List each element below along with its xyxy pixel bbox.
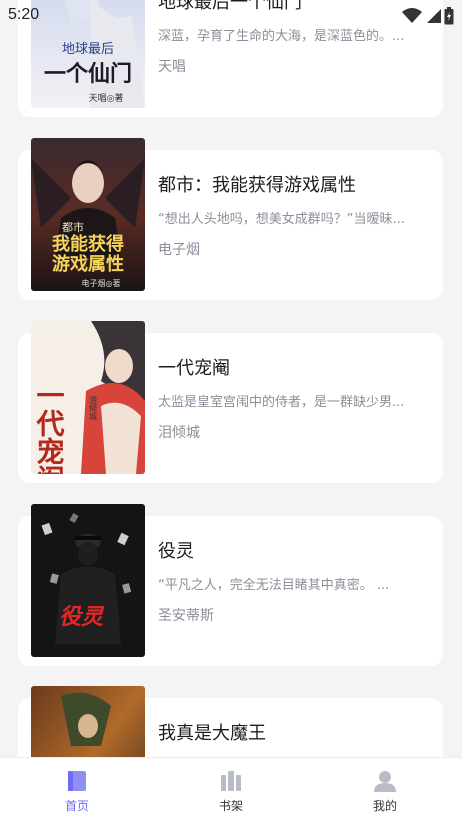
book-author: 天唱: [158, 59, 186, 75]
book-title: 役灵: [158, 541, 194, 562]
status-time: 5:20: [8, 6, 40, 23]
cover-author: 泪倾城: [89, 396, 98, 421]
cover-series: 都市: [62, 220, 84, 234]
book-title: 都市：我能获得游戏属性: [158, 175, 356, 196]
book-icon: [65, 769, 89, 793]
book-card[interactable]: 都市 我能获得 游戏属性 电子烟◎著 都市：我能获得游戏属性 “想出人头地吗，想…: [18, 138, 443, 300]
book-author: 电子烟: [158, 242, 200, 258]
nav-bookshelf-label: 书架: [218, 799, 243, 813]
book-card[interactable]: 一代宠阉 泪倾城 一代宠阉 太监是皇室宫闱中的侍者，是一群缺少男... 泪倾城: [18, 321, 443, 483]
cover-author: 电子烟◎著: [82, 278, 121, 288]
status-bar: 5:20: [0, 0, 462, 32]
nav-bookshelf[interactable]: 书架: [154, 758, 308, 823]
person-icon: [373, 769, 397, 793]
book-title: 我真是大魔王: [158, 723, 266, 744]
book-title: 一代宠阉: [158, 358, 230, 379]
cover-title: 役灵: [59, 605, 105, 630]
bottom-nav: 首页 书架 我的: [0, 757, 462, 823]
status-icons: [402, 6, 454, 26]
book-cover[interactable]: 役灵: [31, 504, 145, 657]
book-author: 圣安蒂斯: [158, 608, 214, 624]
book-cover[interactable]: 一代宠阉 泪倾城: [31, 321, 145, 474]
nav-home[interactable]: 首页: [0, 758, 154, 823]
book-author: 泪倾城: [158, 425, 200, 441]
book-list: 地球最后 一个仙门 天唱◎著 地球最后一个仙门 深蓝，孕育了生命的大海，是深蓝色…: [0, 0, 462, 757]
cover-title-line-2: 一个仙门: [44, 61, 132, 87]
book-card[interactable]: 役灵 役灵 “平凡之人，完全无法目睹其中真密。 ... 圣安蒂斯: [18, 504, 443, 666]
cover-title-line-2: 游戏属性: [52, 253, 124, 275]
wifi-icon: [402, 8, 422, 24]
nav-profile-label: 我的: [372, 799, 397, 813]
cover-author: 天唱◎著: [89, 92, 124, 104]
book-description: 太监是皇室宫闱中的侍者，是一群缺少男...: [158, 395, 405, 410]
book-cover[interactable]: 都市 我能获得 游戏属性 电子烟◎著: [31, 138, 145, 291]
nav-profile[interactable]: 我的: [308, 758, 462, 823]
book-description: “平凡之人，完全无法目睹其中真密。 ...: [158, 578, 390, 593]
book-card[interactable]: 我真是大魔王: [18, 686, 443, 757]
cover-title: 一代宠阉: [33, 381, 66, 474]
nav-home-label: 首页: [64, 799, 89, 813]
cover-title-line-1: 我能获得: [52, 233, 124, 255]
signal-icon: [425, 8, 441, 24]
battery-icon: [444, 7, 454, 25]
bookshelf-icon: [219, 769, 243, 793]
book-description: “想出人头地吗，想美女成群吗？”当暧昧...: [158, 212, 405, 227]
book-cover[interactable]: [31, 686, 145, 757]
cover-title-line-1: 地球最后: [62, 42, 114, 57]
